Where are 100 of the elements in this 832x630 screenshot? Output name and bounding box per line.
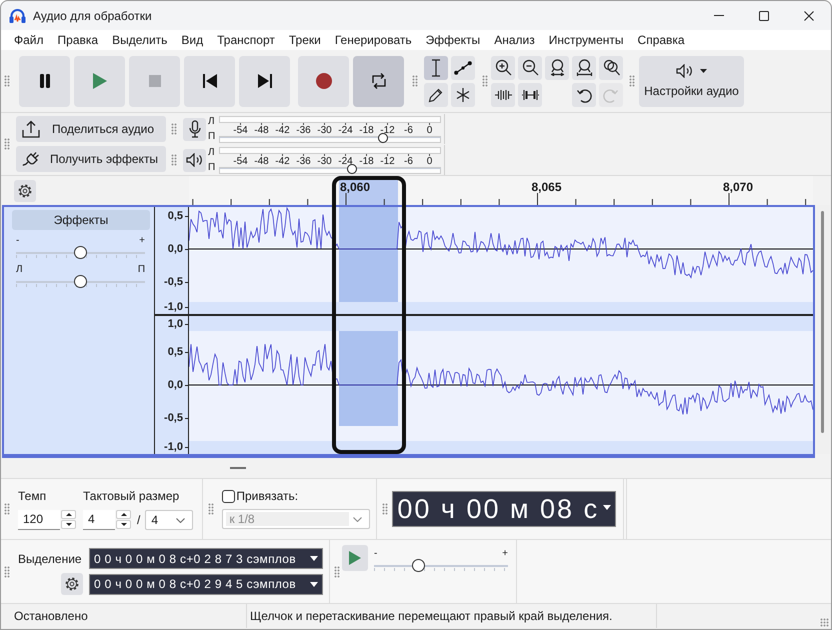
pan-slider-thumb[interactable] [74, 275, 87, 288]
grip-icon[interactable] [334, 566, 340, 578]
magnifier-bar-icon[interactable] [576, 59, 592, 76]
scrollbar-thumb[interactable] [821, 211, 824, 433]
microphone-button[interactable] [183, 118, 206, 140]
microphone-icon[interactable] [188, 120, 200, 138]
upload-icon[interactable] [22, 120, 40, 138]
loop-icon[interactable] [370, 72, 386, 90]
grip-icon[interactable] [382, 503, 388, 515]
chevron-down-icon[interactable] [176, 518, 186, 522]
caret-up-icon[interactable] [120, 513, 126, 516]
grip-icon[interactable] [171, 154, 177, 166]
menu-item[interactable]: Транспорт [210, 30, 282, 50]
decrement-button[interactable] [116, 520, 131, 529]
maximize-icon[interactable] [758, 10, 768, 20]
settings-icon[interactable] [65, 577, 79, 591]
menu-item[interactable]: Анализ [487, 30, 542, 50]
silence-audio-button[interactable] [518, 82, 542, 106]
speaker-icon[interactable] [186, 153, 204, 167]
curve-points-icon[interactable] [454, 60, 472, 74]
menu-item[interactable]: Эффекты [418, 30, 488, 50]
text-cursor-icon[interactable] [431, 58, 441, 76]
increment-button[interactable] [61, 510, 76, 519]
caret-down-icon[interactable] [310, 582, 318, 586]
pencil-icon[interactable] [428, 86, 444, 102]
grip-icon[interactable] [4, 503, 10, 515]
resize-grip-icon[interactable] [820, 618, 829, 626]
zoom-in-icon[interactable] [494, 59, 512, 76]
menu-item[interactable]: Треки [282, 30, 328, 50]
pause-button[interactable] [19, 56, 70, 106]
play-icon[interactable] [92, 73, 106, 89]
zoom-toggle-button[interactable] [599, 56, 623, 80]
gain-slider-thumb[interactable] [74, 246, 87, 259]
caret-down-icon[interactable] [66, 523, 72, 526]
volume-slider-thumb[interactable] [378, 132, 388, 142]
draw-tool-button[interactable] [424, 82, 448, 106]
skip-to-start-icon[interactable] [202, 74, 216, 88]
grip-icon[interactable] [482, 75, 488, 87]
caret-down-icon[interactable] [120, 523, 126, 526]
menu-item[interactable]: Файл [7, 30, 51, 50]
speaker-icon[interactable] [676, 64, 695, 78]
play-icon[interactable] [349, 551, 361, 565]
zoom-out-button[interactable] [518, 56, 542, 80]
menu-item[interactable]: Выделить [105, 30, 174, 50]
record-icon[interactable] [316, 73, 332, 89]
beats-field[interactable]: 4 [83, 510, 115, 530]
menu-item[interactable]: Вид [174, 30, 210, 50]
undo-button[interactable] [572, 82, 596, 106]
menu-item[interactable]: Генерировать [328, 30, 419, 50]
zoom-in-button[interactable] [491, 56, 515, 80]
selection-end-field[interactable]: 0 0 ч 0 0 м 0 8 с+0 2 9 4 5 сэмплов [89, 574, 323, 594]
play-at-speed-button[interactable] [342, 545, 368, 571]
effects-button[interactable]: Эффекты [12, 210, 150, 230]
speaker-button[interactable] [183, 148, 206, 172]
undo-icon[interactable] [576, 86, 592, 102]
volume-slider-track[interactable] [219, 132, 441, 142]
get-effects-button[interactable]: Получить эффекты [16, 146, 166, 172]
fit-project-button[interactable] [572, 56, 596, 80]
note-value-dropdown[interactable]: 4 [145, 510, 194, 530]
fit-selection-button[interactable] [545, 56, 569, 80]
timeline-settings-button[interactable] [14, 180, 36, 202]
skip-to-end-icon[interactable] [258, 74, 272, 88]
grip-icon[interactable] [629, 75, 635, 87]
waveform-silence-icon[interactable] [522, 88, 538, 100]
menu-item[interactable]: Правка [50, 30, 106, 50]
settings-icon[interactable] [18, 184, 32, 198]
selection-settings-button[interactable] [61, 573, 83, 595]
grip-icon[interactable] [4, 566, 10, 578]
playback-speed-slider-thumb[interactable] [412, 559, 425, 572]
pause-icon[interactable] [40, 74, 50, 88]
grip-icon[interactable] [412, 75, 418, 87]
grip-icon[interactable] [4, 75, 10, 87]
caret-down-icon[interactable] [310, 556, 318, 561]
record-button[interactable] [298, 56, 349, 106]
skip-to-start-button[interactable] [184, 56, 235, 106]
grip-icon[interactable] [208, 503, 214, 515]
caret-up-icon[interactable] [66, 513, 72, 516]
menu-item[interactable]: Справка [630, 30, 692, 50]
decrement-button[interactable] [61, 520, 76, 529]
volume-slider-track[interactable] [219, 164, 441, 174]
tempo-field[interactable]: 120 [18, 510, 60, 530]
time-display[interactable]: 00 ч 00 м 08 с [392, 491, 616, 527]
selection-start-field[interactable]: 0 0 ч 0 0 м 0 8 с+0 2 8 7 3 сэмплов [89, 548, 323, 569]
multi-tool-button[interactable] [451, 82, 475, 106]
caret-down-icon[interactable] [603, 505, 612, 510]
caret-down-icon[interactable] [700, 69, 707, 73]
minimize-icon[interactable] [714, 15, 724, 16]
magnifier-arrows-icon[interactable] [548, 59, 566, 76]
audio-track[interactable]: Эффекты - + Л П 0,5 0,0 -0,5 -1,0 1,0 0,5 0,0 -0,5 -1,0 [2, 205, 815, 458]
skip-to-end-button[interactable] [239, 56, 290, 106]
grip-icon[interactable] [4, 138, 10, 150]
trim-audio-button[interactable] [491, 82, 515, 106]
asterisk-icon[interactable] [455, 86, 471, 102]
grip-icon[interactable] [171, 123, 177, 135]
zoom-out-icon[interactable] [522, 59, 538, 76]
volume-slider-thumb[interactable] [347, 164, 358, 174]
selection-tool-button[interactable] [424, 56, 448, 80]
resize-handle[interactable] [230, 467, 246, 469]
envelope-tool-button[interactable] [451, 56, 475, 80]
menu-item[interactable]: Инструменты [542, 30, 631, 50]
